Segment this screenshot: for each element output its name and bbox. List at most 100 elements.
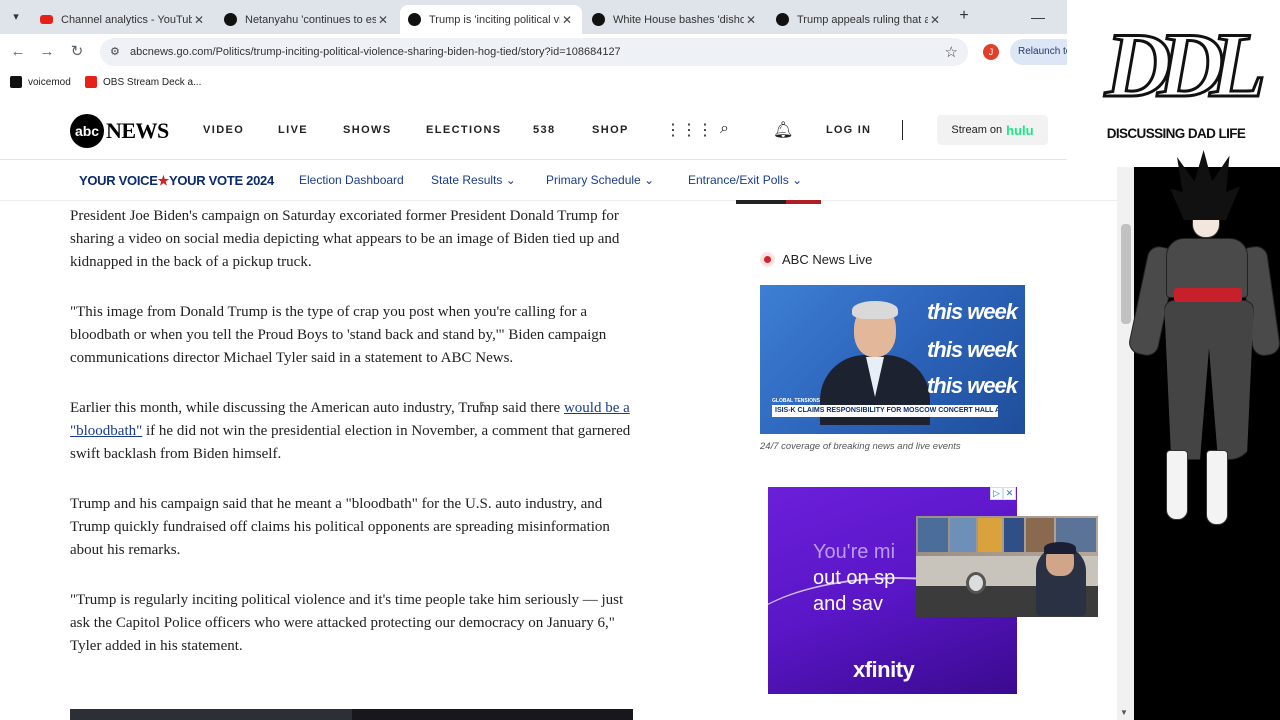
forward-arrow-icon[interactable]: → bbox=[37, 42, 57, 62]
address-bar[interactable]: ⚙ abcnews.go.com/Politics/trump-inciting… bbox=[100, 38, 968, 66]
youtube-icon bbox=[85, 76, 97, 88]
webcam-overlay bbox=[916, 516, 1098, 617]
bookmark-voicemod[interactable]: voicemod bbox=[10, 76, 71, 88]
youtube-icon bbox=[40, 15, 53, 24]
nav-live[interactable]: LIVE bbox=[278, 124, 308, 136]
tab-close-icon[interactable]: ✕ bbox=[928, 13, 942, 27]
subnav-exit-polls[interactable]: Entrance/Exit Polls ⌄ bbox=[688, 173, 802, 187]
subnav-primary-schedule[interactable]: Primary Schedule ⌄ bbox=[546, 173, 654, 187]
bookmark-obs-stream-deck[interactable]: OBS Stream Deck a... bbox=[85, 76, 201, 88]
nav-shows[interactable]: SHOWS bbox=[343, 124, 392, 136]
stream-on-hulu-button[interactable]: Stream on hulu bbox=[937, 115, 1048, 145]
ad-choices[interactable]: ▷ ✕ bbox=[990, 487, 1017, 500]
tab-close-icon[interactable]: ✕ bbox=[560, 13, 574, 27]
brand-right: YOUR VOTE 2024 bbox=[168, 173, 274, 188]
paragraph-text: if he did not win the presidential elect… bbox=[70, 423, 631, 462]
tab-trump-inciting[interactable]: Trump is 'inciting political vio ✕ bbox=[400, 5, 582, 34]
this-week-watermark: this week bbox=[926, 299, 1018, 324]
site-header: abc NEWS VIDEO LIVE SHOWS ELECTIONS 538 … bbox=[0, 100, 1067, 160]
article-paragraph: "Trump is regularly inciting political v… bbox=[70, 592, 624, 654]
live-video-thumbnail[interactable]: this week this week this week GLOBAL TEN… bbox=[760, 285, 1025, 434]
tab-channel-analytics[interactable]: Channel analytics - YouTube ✕ bbox=[32, 5, 214, 34]
reload-icon[interactable]: ↻ bbox=[67, 42, 87, 62]
subnav-state-results[interactable]: State Results ⌄ bbox=[431, 173, 516, 187]
tab-trump-appeals[interactable]: Trump appeals ruling that al ✕ bbox=[768, 5, 950, 34]
hulu-logo: hulu bbox=[1006, 122, 1034, 138]
ad-line: out on sp bbox=[813, 567, 896, 589]
brand-left: YOUR VOICE bbox=[79, 173, 158, 188]
chevron-down-icon: ⌄ bbox=[505, 173, 516, 187]
character-illustration bbox=[1126, 150, 1280, 530]
logo-news-text: NEWS bbox=[106, 118, 169, 143]
tab-title: Trump is 'inciting political vio bbox=[429, 13, 560, 26]
profile-avatar[interactable]: J bbox=[983, 44, 999, 60]
header-divider bbox=[902, 120, 903, 140]
article-image-strip[interactable] bbox=[70, 709, 633, 720]
tab-close-icon[interactable]: ✕ bbox=[192, 13, 206, 27]
nav-video[interactable]: VIDEO bbox=[203, 124, 244, 136]
tab-close-icon[interactable]: ✕ bbox=[744, 13, 758, 27]
grid-menu-icon[interactable]: ⋮⋮⋮ bbox=[665, 120, 713, 140]
star-icon: ★ bbox=[157, 173, 170, 188]
bookmarks-bar: voicemod OBS Stream Deck a... bbox=[0, 70, 1067, 96]
bookmark-label: OBS Stream Deck a... bbox=[103, 76, 202, 88]
nav-elections[interactable]: ELECTIONS bbox=[426, 124, 502, 136]
presenter-figure bbox=[820, 301, 930, 425]
back-arrow-icon[interactable]: ← bbox=[8, 42, 28, 62]
bookmark-star-icon[interactable]: ☆ bbox=[945, 43, 958, 61]
mouse-cursor-icon: ↖ bbox=[478, 397, 490, 413]
ad-line: and sav bbox=[813, 593, 884, 615]
nav-shop[interactable]: SHOP bbox=[592, 124, 629, 136]
minimize-icon[interactable]: — bbox=[1030, 9, 1046, 25]
ad-line: You're mi bbox=[813, 541, 896, 563]
bell-icon[interactable]: 🔔︎ bbox=[773, 120, 793, 140]
live-label-text: ABC News Live bbox=[782, 252, 873, 267]
abc-news-live-header[interactable]: ABC News Live bbox=[760, 252, 872, 267]
search-icon[interactable]: ⌕ bbox=[720, 120, 729, 138]
site-settings-icon[interactable]: ⚙ bbox=[110, 46, 122, 58]
tab-title: Trump appeals ruling that al bbox=[797, 13, 928, 26]
xfinity-logo: xfinity bbox=[853, 657, 915, 682]
tab-title: Netanyahu 'continues to esc bbox=[245, 13, 376, 26]
tab-title: Channel analytics - YouTube bbox=[61, 13, 192, 26]
voicemod-icon bbox=[10, 76, 22, 88]
paragraph-text: Earlier this month, while discussing the… bbox=[70, 400, 564, 416]
this-week-watermark: this week bbox=[926, 373, 1018, 398]
url-text: abcnews.go.com/Politics/trump-inciting-p… bbox=[130, 46, 621, 58]
tab-white-house[interactable]: White House bashes 'dishon ✕ bbox=[584, 5, 766, 34]
ddl-logo-text: DISCUSSING DAD LIFE bbox=[1106, 126, 1246, 141]
scrollbar-thumb[interactable] bbox=[1121, 224, 1131, 324]
tab-title: White House bashes 'dishon bbox=[613, 13, 744, 26]
election-subnav: YOUR VOICE★YOUR VOTE 2024 Election Dashb… bbox=[0, 161, 1117, 201]
article-paragraph: President Joe Biden's campaign on Saturd… bbox=[70, 208, 620, 270]
ad-close-icon[interactable]: ✕ bbox=[1003, 487, 1016, 500]
subnav-election-dashboard[interactable]: Election Dashboard bbox=[299, 173, 404, 187]
nav-538[interactable]: 538 bbox=[533, 124, 556, 136]
chevron-down-icon: ⌄ bbox=[644, 173, 655, 187]
bookmark-label: voicemod bbox=[28, 76, 71, 88]
ad-choices-icon[interactable]: ▷ bbox=[990, 487, 1003, 500]
article-paragraph: "This image from Donald Trump is the typ… bbox=[70, 304, 607, 366]
new-tab-plus-icon[interactable]: + bbox=[956, 8, 972, 24]
article-paragraph: Trump and his campaign said that he mean… bbox=[70, 496, 610, 558]
lower-third-headline: ISIS-K CLAIMS RESPONSIBILITY FOR MOSCOW … bbox=[772, 405, 998, 417]
logo-ball: abc bbox=[70, 114, 104, 148]
sidebar-rule bbox=[736, 200, 821, 204]
screen: ▾ Channel analytics - YouTube ✕ Netanyah… bbox=[0, 0, 1280, 720]
your-voice-your-vote-logo[interactable]: YOUR VOICE★YOUR VOTE 2024 bbox=[79, 173, 274, 189]
abc-icon bbox=[408, 13, 421, 26]
subnav-label: State Results bbox=[431, 173, 503, 187]
tab-close-icon[interactable]: ✕ bbox=[376, 13, 390, 27]
this-week-watermark: this week bbox=[926, 337, 1018, 362]
scroll-down-arrow-icon[interactable]: ▼ bbox=[1120, 708, 1128, 717]
abc-icon bbox=[224, 13, 237, 26]
ddl-logo-mark: DDL bbox=[1104, 13, 1268, 118]
tab-netanyahu[interactable]: Netanyahu 'continues to esc ✕ bbox=[216, 5, 398, 34]
tab-search-chevron-icon[interactable]: ▾ bbox=[6, 7, 26, 27]
browser-toolbar: ← → ↻ ⚙ abcnews.go.com/Politics/trump-in… bbox=[0, 34, 1080, 70]
microphone-icon bbox=[966, 572, 986, 594]
abc-news-logo[interactable]: abc NEWS bbox=[70, 114, 169, 148]
subnav-label: Entrance/Exit Polls bbox=[688, 173, 789, 187]
live-caption: 24/7 coverage of breaking news and live … bbox=[760, 441, 961, 452]
login-link[interactable]: LOG IN bbox=[826, 124, 871, 136]
